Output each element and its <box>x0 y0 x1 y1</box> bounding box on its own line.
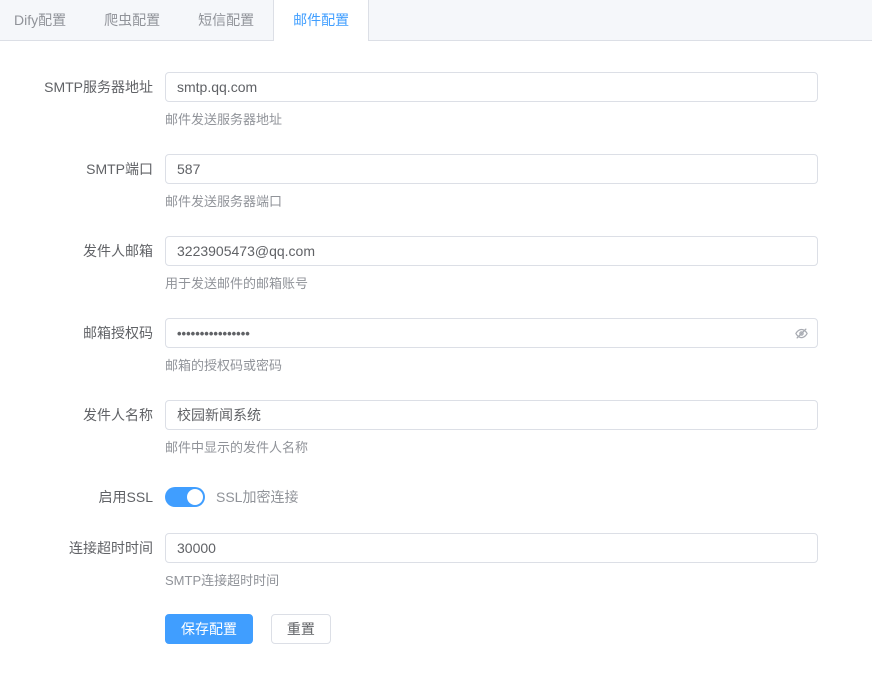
sender-email-label: 发件人邮箱 <box>0 236 165 292</box>
ssl-label: 启用SSL <box>0 482 165 512</box>
sender-name-input[interactable] <box>165 400 818 430</box>
sender-email-hint: 用于发送邮件的邮箱账号 <box>165 275 818 292</box>
form-row-sender-name: 发件人名称 邮件中显示的发件人名称 <box>0 400 818 456</box>
tab-dify-config[interactable]: Dify配置 <box>0 0 85 40</box>
smtp-host-label: SMTP服务器地址 <box>0 72 165 128</box>
sender-email-input[interactable] <box>165 236 818 266</box>
timeout-label: 连接超时时间 <box>0 533 165 589</box>
auth-code-label: 邮箱授权码 <box>0 318 165 374</box>
save-config-button[interactable]: 保存配置 <box>165 614 253 644</box>
form-row-ssl: 启用SSL SSL加密连接 <box>0 482 818 512</box>
sender-name-label: 发件人名称 <box>0 400 165 456</box>
email-config-form: SMTP服务器地址 邮件发送服务器地址 SMTP端口 邮件发送服务器端口 发件人… <box>0 41 872 644</box>
tab-crawler-config[interactable]: 爬虫配置 <box>85 0 179 40</box>
ssl-switch-text: SSL加密连接 <box>216 487 298 507</box>
tab-sms-config[interactable]: 短信配置 <box>179 0 273 40</box>
eye-off-icon[interactable] <box>794 326 809 341</box>
smtp-host-input[interactable] <box>165 72 818 102</box>
form-row-auth-code: 邮箱授权码 邮箱的授权码或密码 <box>0 318 818 374</box>
form-row-buttons: 保存配置 重置 <box>0 614 818 644</box>
sender-name-hint: 邮件中显示的发件人名称 <box>165 439 818 456</box>
smtp-port-label: SMTP端口 <box>0 154 165 210</box>
form-row-smtp-port: SMTP端口 邮件发送服务器端口 <box>0 154 818 210</box>
tab-bar: Dify配置 爬虫配置 短信配置 邮件配置 <box>0 0 872 41</box>
smtp-port-input[interactable] <box>165 154 818 184</box>
form-row-timeout: 连接超时时间 SMTP连接超时时间 <box>0 533 818 589</box>
form-row-sender-email: 发件人邮箱 用于发送邮件的邮箱账号 <box>0 236 818 292</box>
ssl-switch-knob <box>187 489 203 505</box>
ssl-switch[interactable] <box>165 487 205 507</box>
smtp-port-hint: 邮件发送服务器端口 <box>165 193 818 210</box>
timeout-input[interactable] <box>165 533 818 563</box>
auth-code-input[interactable] <box>165 318 818 348</box>
auth-code-hint: 邮箱的授权码或密码 <box>165 357 818 374</box>
tab-email-config[interactable]: 邮件配置 <box>273 0 369 41</box>
reset-button[interactable]: 重置 <box>271 614 331 644</box>
timeout-hint: SMTP连接超时时间 <box>165 572 818 589</box>
smtp-host-hint: 邮件发送服务器地址 <box>165 111 818 128</box>
form-row-smtp-host: SMTP服务器地址 邮件发送服务器地址 <box>0 72 818 128</box>
